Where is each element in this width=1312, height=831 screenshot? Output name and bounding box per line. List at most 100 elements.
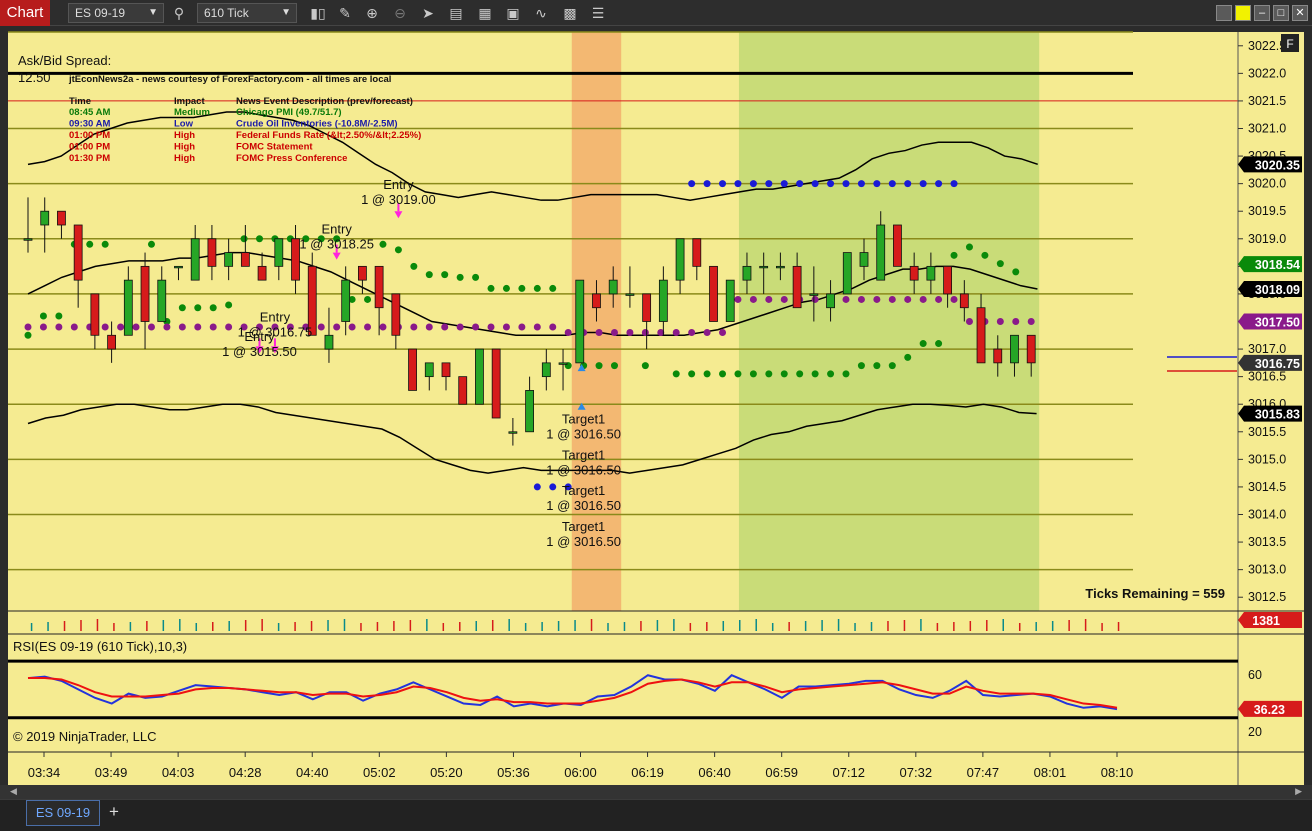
candle-down xyxy=(391,293,401,336)
candle-down xyxy=(90,293,100,336)
f-button-label: F xyxy=(1286,37,1293,51)
close-icon[interactable]: ✕ xyxy=(1292,5,1308,21)
instrument-tabs-bar: ES 09-19 + xyxy=(0,799,1312,831)
candle-up xyxy=(23,238,33,241)
chart-canvas[interactable]: Entry1 @ 3019.00Entry1 @ 3018.25Entry1 @… xyxy=(0,26,1312,785)
candle-down xyxy=(57,210,66,226)
price-marker-label: 3020.35 xyxy=(1255,158,1300,172)
trade-label-title: Target1 xyxy=(562,483,605,498)
candle-down xyxy=(692,238,702,267)
purple-dot xyxy=(811,295,819,303)
green-dot xyxy=(394,246,402,254)
order-icon[interactable]: ▩ xyxy=(560,3,580,23)
candle-up xyxy=(859,252,869,267)
trade-label-detail: 1 @ 3018.25 xyxy=(299,236,374,251)
candle-up xyxy=(274,238,284,267)
trade-label-title: Target1 xyxy=(562,519,605,534)
menu-list-icon[interactable]: ☰ xyxy=(588,3,608,23)
news-cell: High xyxy=(174,130,195,141)
blue-dot xyxy=(919,180,927,188)
tab-es-09-19[interactable]: ES 09-19 xyxy=(26,800,100,826)
news-cell: Low xyxy=(174,119,194,130)
trade-label-detail: 1 @ 3019.00 xyxy=(361,192,436,207)
candle-down xyxy=(959,293,969,309)
candle-up xyxy=(826,293,835,309)
purple-dot xyxy=(502,323,510,331)
purple-dot xyxy=(39,323,47,331)
blue-dot xyxy=(749,180,757,188)
green-dot xyxy=(996,260,1004,268)
price-tick-label: 3012.5 xyxy=(1248,590,1286,604)
data-box-icon[interactable]: ▤ xyxy=(446,3,466,23)
purple-dot xyxy=(996,318,1004,325)
rsi-panel-background xyxy=(8,634,1238,752)
time-tick-label: 08:10 xyxy=(1101,765,1134,780)
candle-down xyxy=(207,238,217,267)
candle-up xyxy=(190,238,200,281)
purple-dot xyxy=(518,323,526,331)
purple-dot xyxy=(626,329,634,337)
highlight-icon[interactable] xyxy=(1235,5,1251,21)
news-cell: Chicago PMI (49.7/51.7) xyxy=(236,107,342,118)
blue-dot xyxy=(904,180,912,188)
purple-dot xyxy=(595,329,603,337)
add-tab-icon[interactable]: + xyxy=(104,802,124,822)
purple-dot xyxy=(101,323,109,331)
interval-selector-value: 610 Tick xyxy=(204,6,249,20)
restore-icon[interactable] xyxy=(1216,5,1232,21)
minimize-icon[interactable]: – xyxy=(1254,5,1270,21)
bar-type-icon[interactable]: ▮▯ xyxy=(308,3,328,23)
zoom-out-icon[interactable]: ⊖ xyxy=(390,3,410,23)
green-dot xyxy=(441,271,449,279)
scroll-right-icon[interactable]: ▶ xyxy=(1295,786,1302,797)
trade-label-title: Entry xyxy=(383,177,414,192)
green-dot xyxy=(487,284,495,292)
scroll-left-icon[interactable]: ◀ xyxy=(10,786,17,797)
zoom-in-icon[interactable]: ⊕ xyxy=(362,3,382,23)
candle-up xyxy=(123,279,133,336)
pointer-icon[interactable]: ➤ xyxy=(418,3,438,23)
price-tick-label: 3022.0 xyxy=(1248,66,1286,80)
chart-toolbar: Chart ES 09-19 ▼ ⚲ 610 Tick ▼ ▮▯ ✎ ⊕ ⊖ ➤… xyxy=(0,0,1312,26)
price-tick-label: 3013.0 xyxy=(1248,563,1286,577)
blue-dot xyxy=(950,180,958,188)
strategy-icon[interactable]: ▣ xyxy=(503,3,523,23)
price-tick-label: 3019.5 xyxy=(1248,204,1286,218)
candle-down xyxy=(140,265,150,322)
interval-selector[interactable]: 610 Tick ▼ xyxy=(197,3,297,23)
candle-down xyxy=(458,376,468,405)
spread-label: Ask/Bid Spread: xyxy=(18,53,111,68)
chart-title-tab[interactable]: Chart xyxy=(0,0,50,26)
time-tick-label: 04:28 xyxy=(229,765,262,780)
indicators-icon[interactable]: ∿ xyxy=(531,3,551,23)
green-dot xyxy=(965,243,973,251)
candle-down xyxy=(257,265,267,281)
purple-dot xyxy=(117,323,125,331)
pencil-icon[interactable]: ✎ xyxy=(335,3,355,23)
purple-dot xyxy=(132,323,140,331)
green-dot xyxy=(425,271,433,279)
blue-dot xyxy=(734,180,742,188)
green-dot xyxy=(194,304,202,312)
blue-dot xyxy=(688,180,696,188)
price-tick-label: 3022.5 xyxy=(1248,39,1286,53)
candle-up xyxy=(475,348,484,405)
news-cell: Medium xyxy=(174,107,210,118)
candle-down xyxy=(374,265,384,309)
candle-up xyxy=(224,252,234,267)
rsi-label: RSI(ES 09-19 (610 Tick),10,3) xyxy=(13,639,187,654)
horizontal-scrollbar[interactable]: ◀ ▶ xyxy=(0,785,1312,799)
trade-label-title: Entry xyxy=(322,221,353,236)
candle-up xyxy=(675,238,685,281)
search-icon[interactable]: ⚲ xyxy=(169,3,189,23)
candle-up xyxy=(424,362,434,378)
rsi-marker-label: 36.23 xyxy=(1254,703,1285,717)
properties-icon[interactable]: ▦ xyxy=(475,3,495,23)
purple-dot xyxy=(147,323,155,331)
news-title: jtEconNews2a - news courtesy of ForexFac… xyxy=(68,74,391,85)
instrument-selector[interactable]: ES 09-19 ▼ xyxy=(68,3,164,23)
green-dot xyxy=(472,273,480,281)
time-tick-label: 06:00 xyxy=(564,765,597,780)
maximize-icon[interactable]: □ xyxy=(1273,5,1289,21)
green-dot xyxy=(857,362,865,370)
